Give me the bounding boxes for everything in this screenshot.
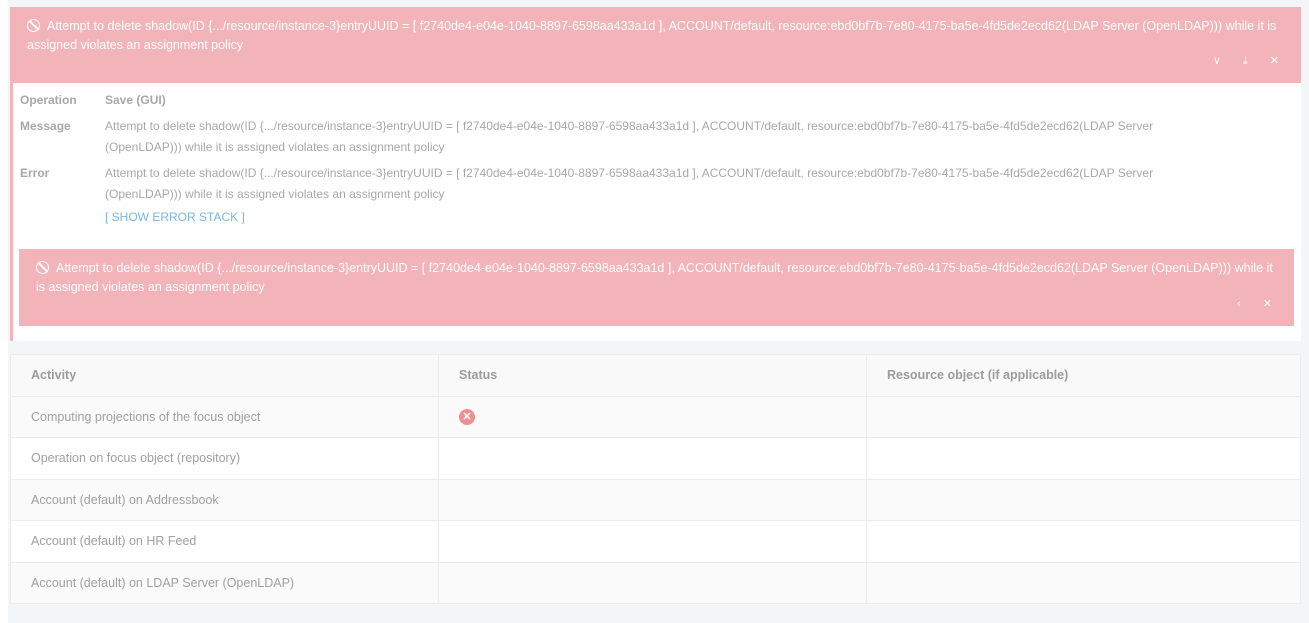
show-error-stack-link[interactable]: [ SHOW ERROR STACK ] (105, 210, 245, 224)
activity-table: Activity Status Resource object (if appl… (10, 354, 1301, 604)
table-header: Activity Status Resource object (if appl… (11, 355, 1300, 397)
alert-message: Attempt to delete shadow(ID {.../resourc… (27, 19, 1277, 52)
download-icon[interactable]: ⤓ (1243, 52, 1248, 71)
activity-cell: Account (default) on LDAP Server (OpenLD… (11, 562, 439, 603)
table-row: Account (default) on LDAP Server (OpenLD… (11, 562, 1300, 604)
resource-cell (867, 521, 1300, 562)
activity-cell: Account (default) on HR Feed (11, 521, 439, 562)
error-status-icon: ✕ (459, 408, 475, 425)
activity-cell: Account (default) on Addressbook (11, 479, 439, 520)
close-icon[interactable]: ✕ (1270, 52, 1279, 71)
status-cell (439, 521, 867, 562)
table-row: Computing projections of the focus objec… (11, 396, 1300, 438)
inner-error-alert: Attempt to delete shadow(ID {.../resourc… (19, 249, 1294, 326)
operation-label: Operation (20, 93, 77, 107)
status-cell (439, 479, 867, 520)
error-label: Error (20, 166, 50, 180)
activity-cell: Operation on focus object (repository) (11, 438, 439, 479)
resource-cell (867, 480, 1300, 521)
table-row: Operation on focus object (repository) (11, 438, 1300, 480)
operation-value: Save (GUI) (105, 93, 166, 107)
error-value: Attempt to delete shadow(ID {.../resourc… (105, 166, 1154, 201)
resource-cell (867, 397, 1300, 438)
status-cell (439, 562, 867, 603)
column-header-activity: Activity (11, 355, 439, 396)
message-label: Message (20, 119, 71, 133)
column-header-status: Status (439, 355, 867, 396)
resource-cell (867, 563, 1300, 604)
column-header-resource: Resource object (if applicable) (887, 368, 1069, 383)
error-details-panel: Operation Save (GUI) Message Attempt to … (10, 83, 1301, 341)
chevron-left-icon[interactable]: ‹ (1237, 295, 1241, 314)
activity-cell: Computing projections of the focus objec… (11, 396, 439, 437)
table-row: Account (default) on Addressbook (11, 479, 1300, 521)
ban-icon (36, 261, 49, 274)
inner-alert-message: Attempt to delete shadow(ID {.../resourc… (36, 261, 1273, 294)
close-icon[interactable]: ✕ (1263, 295, 1272, 314)
table-row: Account (default) on HR Feed (11, 521, 1300, 563)
error-alert: Attempt to delete shadow(ID {.../resourc… (10, 7, 1301, 83)
message-value: Attempt to delete shadow(ID {.../resourc… (105, 119, 1154, 154)
resource-cell (867, 438, 1300, 479)
status-cell (439, 438, 867, 479)
chevron-down-icon[interactable]: ∨ (1213, 52, 1221, 71)
ban-icon (27, 19, 40, 32)
